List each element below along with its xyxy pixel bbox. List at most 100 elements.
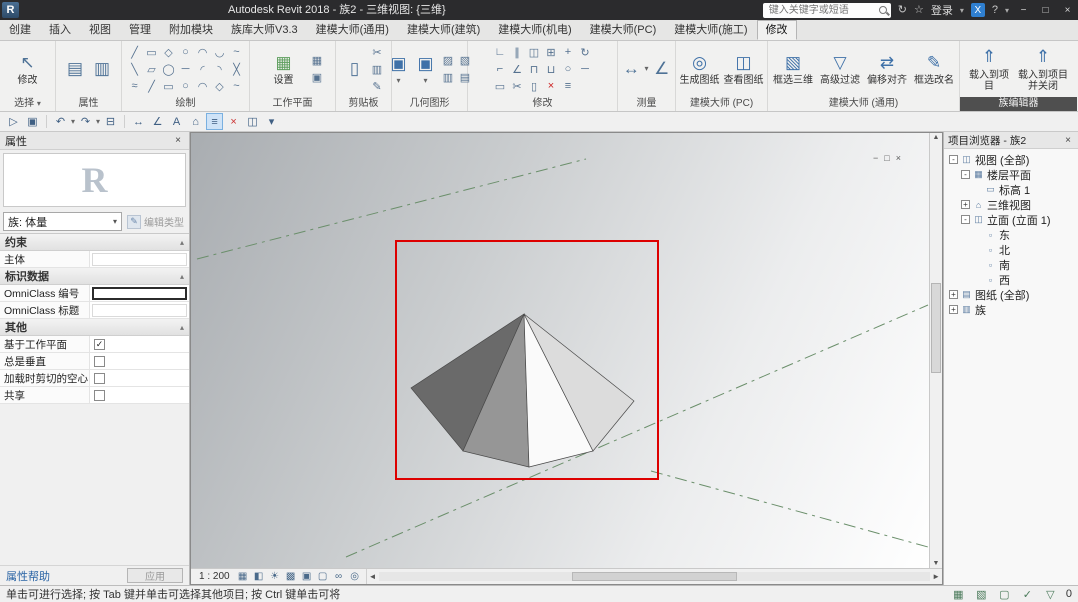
draw-rect2-icon[interactable]: ▭ <box>161 79 176 94</box>
load-into-project-button[interactable]: ⇑ 载入到项目 <box>966 47 1012 92</box>
drawing-canvas[interactable]: − □ × <box>191 133 929 568</box>
split-gap-icon[interactable]: ⊔ <box>544 62 559 77</box>
draw-line2-icon[interactable]: ╲ <box>127 62 142 77</box>
tab-addins[interactable]: 附加模块 <box>160 20 222 40</box>
group-other[interactable]: 其他 ▴ <box>0 319 189 336</box>
tree-item-south[interactable]: ▫ 南 <box>944 257 1078 272</box>
reference-plane-line[interactable] <box>197 159 586 259</box>
properties-help-link[interactable]: 属性帮助 <box>6 568 50 584</box>
load-into-project-close-button[interactable]: ⇑ 载入到项目并关闭 <box>1015 47 1071 92</box>
draw-parallelogram-icon[interactable]: ▱ <box>144 62 159 77</box>
crop-view-icon[interactable]: ▣ <box>300 570 314 584</box>
geometry-tool3-icon[interactable]: ▥ <box>441 70 456 85</box>
mass-solid[interactable] <box>411 314 634 467</box>
exclude-options-icon[interactable]: ▢ <box>997 588 1012 601</box>
temporary-hide-icon[interactable]: ∞ <box>332 570 346 584</box>
geometry-tool1-icon[interactable]: ▨ <box>441 53 456 68</box>
help-search-box[interactable] <box>763 3 891 18</box>
tab-mm-general[interactable]: 建模大师(通用) <box>307 20 398 40</box>
offset-icon[interactable]: ∥ <box>510 45 525 60</box>
draw-poly2-icon[interactable]: ◇ <box>212 79 227 94</box>
customize-qat-icon[interactable]: ▾ <box>263 113 280 130</box>
shared-checkbox[interactable] <box>94 390 105 401</box>
collapse-icon[interactable]: ▴ <box>180 323 184 332</box>
signin-dropdown-icon[interactable]: ▾ <box>960 6 964 15</box>
tab-mm-pc[interactable]: 建模大师(PC) <box>581 20 666 40</box>
draw-line-icon[interactable]: ╱ <box>127 45 142 60</box>
join-geometry-dropdown-icon[interactable]: ▾ <box>423 77 427 85</box>
workplane-viewer-icon[interactable]: ▣ <box>310 70 325 85</box>
paste-icon[interactable]: ▯ <box>343 58 367 80</box>
tree-item-west[interactable]: ▫ 西 <box>944 272 1078 287</box>
split-icon[interactable]: ⊓ <box>527 62 542 77</box>
prop-row-host[interactable]: 主体 <box>0 251 189 268</box>
signin-button[interactable]: 登录 <box>931 2 953 18</box>
tree-item-elevations[interactable]: - ◫ 立面 (立面 1) <box>944 212 1078 227</box>
window-maximize-button[interactable]: □ <box>1038 5 1053 16</box>
measure-qat-icon[interactable]: ↔ <box>130 113 147 130</box>
text-icon[interactable]: A <box>168 113 185 130</box>
draw-spline2-icon[interactable]: ~ <box>229 79 244 94</box>
cut-geometry-dropdown-icon[interactable]: ▾ <box>396 77 400 85</box>
move-icon[interactable]: + <box>561 45 576 60</box>
tree-item-level-1[interactable]: ▭ 标高 1 <box>944 182 1078 197</box>
modify-tool-button[interactable]: ↖ 修改 <box>5 52 51 86</box>
draw-rectangle-icon[interactable]: ▭ <box>144 45 159 60</box>
draw-arc2-icon[interactable]: ◡ <box>212 45 227 60</box>
tree-item-floor-plans[interactable]: - ▦ 楼层平面 <box>944 167 1078 182</box>
draw-polygon-icon[interactable]: ◇ <box>161 45 176 60</box>
rotate-icon[interactable]: ↻ <box>578 45 593 60</box>
type-selector-dropdown[interactable]: 族: 体量 ▾ <box>3 212 122 231</box>
prop-row-omniclass-number[interactable]: OmniClass 编号 <box>0 285 189 302</box>
unpin-icon[interactable]: ✂ <box>510 79 525 94</box>
help-dropdown-icon[interactable]: ▾ <box>1005 6 1009 15</box>
scroll-down-icon[interactable]: ▼ <box>930 560 942 567</box>
app-menu-button[interactable]: R <box>2 2 19 18</box>
draw-fillet-icon[interactable]: ◜ <box>195 62 210 77</box>
join-geometry-icon[interactable]: ▣ <box>414 53 438 75</box>
tab-create[interactable]: 创建 <box>0 20 40 40</box>
editable-only-icon[interactable]: ✓ <box>1020 588 1035 601</box>
search-icon[interactable] <box>879 6 887 14</box>
generate-sheet-button[interactable]: ◎ 生成图纸 <box>679 52 720 86</box>
tree-item-sheets[interactable]: + ▤ 图纸 (全部) <box>944 287 1078 302</box>
prop-row-always-vertical[interactable]: 总是垂直 <box>0 353 189 370</box>
tab-insert[interactable]: 插入 <box>40 20 80 40</box>
apply-button[interactable]: 应用 <box>127 568 183 583</box>
aligned-dimension-qat-icon[interactable]: ∠ <box>149 113 166 130</box>
draw-arc3-icon[interactable]: ◠ <box>195 79 210 94</box>
design-options-icon[interactable]: ▧ <box>974 588 989 601</box>
vertical-scroll-thumb[interactable] <box>931 283 941 373</box>
tab-view[interactable]: 视图 <box>80 20 120 40</box>
workplane-based-checkbox[interactable]: ✓ <box>94 339 105 350</box>
tree-item-views[interactable]: - ◫ 视图 (全部) <box>944 152 1078 167</box>
family-types-icon[interactable]: ▥ <box>90 58 114 80</box>
default-3d-view-icon[interactable]: ⌂ <box>187 113 204 130</box>
scroll-right-icon[interactable]: ► <box>932 572 940 581</box>
copy-to-clipboard-icon[interactable]: ▥ <box>370 62 385 77</box>
delete-icon[interactable]: × <box>544 79 559 94</box>
switch-windows-icon[interactable]: ◫ <box>244 113 261 130</box>
view-minimize-icon[interactable]: − <box>873 153 878 163</box>
prop-row-shared[interactable]: 共享 <box>0 387 189 404</box>
favorites-star-icon[interactable]: ☆ <box>914 0 924 20</box>
save-icon[interactable]: ▣ <box>24 113 41 130</box>
omniclass-title-field[interactable] <box>92 304 187 317</box>
tree-item-families[interactable]: + ▥ 族 <box>944 302 1078 317</box>
trim-corner-icon[interactable]: ∠ <box>510 62 525 77</box>
scroll-up-icon[interactable]: ▲ <box>930 134 942 141</box>
window-minimize-button[interactable]: − <box>1016 5 1031 16</box>
draw-wave-icon[interactable]: ≈ <box>127 79 142 94</box>
tree-item-north[interactable]: ▫ 北 <box>944 242 1078 257</box>
scale-icon[interactable]: ○ <box>561 62 576 77</box>
draw-fillet2-icon[interactable]: ◝ <box>212 62 227 77</box>
draw-circle-icon[interactable]: ○ <box>178 45 193 60</box>
print-icon[interactable]: ⊟ <box>102 113 119 130</box>
cut-voids-checkbox[interactable] <box>94 373 105 384</box>
show-crop-icon[interactable]: ▢ <box>316 570 330 584</box>
prop-row-cut-voids[interactable]: 加载时剪切的空心 <box>0 370 189 387</box>
cut-icon[interactable]: ✂ <box>370 45 385 60</box>
detail-level-icon[interactable]: ▦ <box>236 570 250 584</box>
tab-mm-construction[interactable]: 建模大师(施工) <box>665 20 756 40</box>
aligned-dimension-icon[interactable]: ∠ <box>652 58 672 80</box>
